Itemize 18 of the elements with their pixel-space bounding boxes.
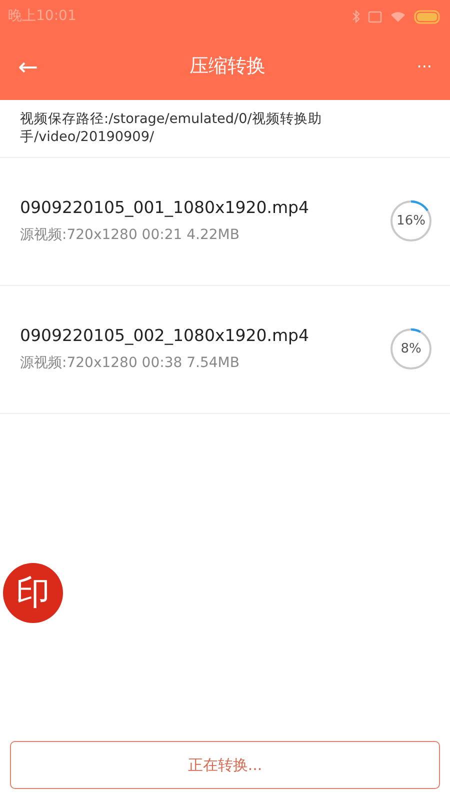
file-name: 0909220105_001_1080x1920.mp4 xyxy=(20,197,310,220)
status-time: 晚上10:01 xyxy=(8,7,76,26)
back-button[interactable]: ← xyxy=(12,54,44,78)
source-info: 源视频:720x1280 00:21 4.22MB xyxy=(20,226,240,246)
battery-icon xyxy=(414,10,442,24)
page-title: 压缩转换 xyxy=(189,54,266,80)
progress-percent: 8% xyxy=(400,342,422,356)
progress-percent: 16% xyxy=(396,214,426,228)
more-button[interactable]: ··· xyxy=(410,58,438,74)
bluetooth-icon xyxy=(352,10,360,23)
progress-ring xyxy=(390,200,432,242)
wifi-icon xyxy=(390,10,406,22)
floating-button[interactable]: 印 xyxy=(3,563,63,623)
source-info: 源视频:720x1280 00:38 7.54MB xyxy=(20,354,240,374)
save-path-text: 视频保存路径:/storage/emulated/0/视频转换助手/video/20190909/ xyxy=(0,100,450,158)
sim-icon xyxy=(368,10,382,22)
progress-ring xyxy=(390,328,432,370)
file-name: 0909220105_002_1080x1920.mp4 xyxy=(20,325,310,348)
